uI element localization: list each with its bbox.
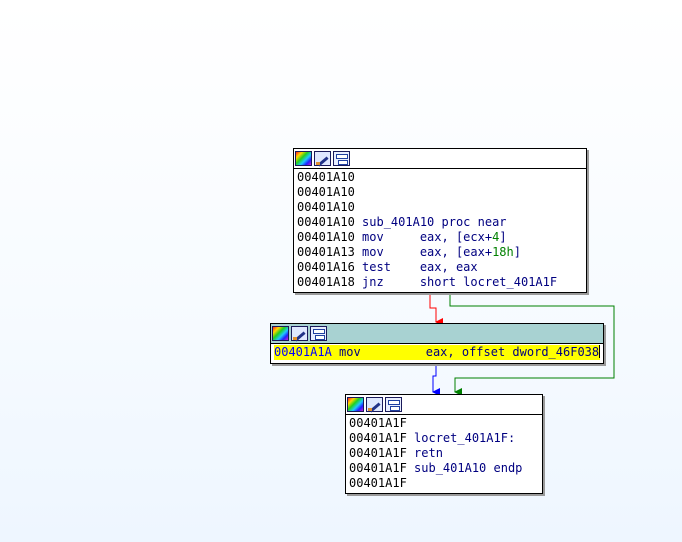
instruction-text: jnz: [362, 275, 420, 289]
instruction-address: 00401A16: [297, 260, 355, 274]
code-line[interactable]: 00401A1F: [349, 476, 539, 491]
operand-text: eax, eax: [419, 260, 478, 274]
code-line[interactable]: 00401A1F sub_401A10 endp: [349, 461, 539, 476]
instruction-address: 00401A18: [297, 275, 355, 289]
instruction-address: 00401A10: [297, 215, 355, 229]
graph-overview-icon[interactable]: [333, 151, 350, 166]
block-code: 00401A1F 00401A1F locret_401A1F: 00401A1F …: [346, 415, 542, 493]
edge-fallthrough[interactable]: [432, 364, 440, 396]
code-line[interactable]: 00401A16 test eax, eax: [297, 260, 583, 275]
instruction-text: mov: [362, 230, 420, 244]
text-caret: [599, 345, 601, 358]
graph-overview-icon[interactable]: [385, 397, 402, 412]
code-line[interactable]: 00401A18 jnz short locret_401A1F: [297, 275, 583, 290]
code-block-mov[interactable]: 00401A1A mov eax, offset dword_46F038: [270, 323, 604, 364]
instruction-address: 00401A10: [297, 170, 355, 184]
block-code: 00401A1A mov eax, offset dword_46F038: [271, 344, 603, 362]
instruction-address: 00401A1A: [274, 345, 332, 359]
code-line[interactable]: 00401A10: [297, 185, 583, 200]
block-header: [294, 149, 586, 169]
rename-pencil-icon[interactable]: [314, 151, 331, 166]
operand-text: eax, [ecx+: [419, 230, 493, 244]
rename-pencil-icon[interactable]: [366, 397, 383, 412]
color-palette-icon[interactable]: [347, 397, 364, 412]
rename-pencil-icon[interactable]: [291, 326, 308, 341]
instruction-text: retn: [414, 446, 443, 460]
code-line[interactable]: 00401A1F retn: [349, 446, 539, 461]
instruction-text: sub_401A10 endp: [414, 461, 523, 475]
operand-text: ]: [499, 230, 507, 244]
code-line[interactable]: 00401A10 mov eax, [ecx+4]: [297, 230, 583, 245]
code-line[interactable]: 00401A13 mov eax, [eax+18h]: [297, 245, 583, 260]
instruction-address: 00401A10: [297, 185, 355, 199]
instruction-text: sub_401A10 proc near: [362, 215, 507, 229]
graph-overview-icon[interactable]: [310, 326, 327, 341]
instruction-address: 00401A13: [297, 245, 355, 259]
code-block-ret[interactable]: 00401A1F 00401A1F locret_401A1F: 00401A1F …: [345, 394, 543, 494]
code-line[interactable]: 00401A10: [297, 200, 583, 215]
operand-text: short locret_401A1F: [419, 275, 558, 289]
instruction-address: 00401A1F: [349, 446, 407, 460]
block-code: 00401A10 00401A10 00401A10 00401A10 sub_401…: [294, 169, 586, 292]
instruction-text: locret_401A1F:: [414, 431, 516, 445]
instruction-address: 00401A1F: [349, 476, 407, 490]
operand-text: ]: [513, 245, 521, 259]
instruction-text: mov: [362, 245, 420, 259]
instruction-address: 00401A10: [297, 200, 355, 214]
code-line[interactable]: 00401A10: [297, 170, 583, 185]
instruction-address: 00401A1F: [349, 431, 407, 445]
instruction-address: 00401A1F: [349, 461, 407, 475]
instruction-address: 00401A1F: [349, 416, 407, 430]
operand-text: eax, offset dword_46F038: [425, 345, 600, 359]
block-header: [346, 395, 542, 415]
instruction-address: 00401A10: [297, 230, 355, 244]
code-line[interactable]: 00401A1A mov eax, offset dword_46F038: [274, 345, 601, 360]
color-palette-icon[interactable]: [295, 151, 312, 166]
graph-canvas[interactable]: 00401A10 00401A10 00401A10 00401A10 sub_401…: [0, 0, 682, 542]
color-palette-icon[interactable]: [272, 326, 289, 341]
code-line[interactable]: 00401A1F locret_401A1F:: [349, 431, 539, 446]
operand-number: 18h: [492, 245, 514, 259]
operand-text: eax, [eax+: [419, 245, 493, 259]
instruction-text: test: [362, 260, 420, 274]
code-line[interactable]: 00401A1F: [349, 416, 539, 431]
block-header: [271, 324, 603, 344]
code-block-entry[interactable]: 00401A10 00401A10 00401A10 00401A10 sub_401…: [293, 148, 587, 293]
edge-false-branch[interactable]: [429, 292, 443, 326]
instruction-text: mov: [339, 345, 426, 359]
code-line[interactable]: 00401A10 sub_401A10 proc near: [297, 215, 583, 230]
